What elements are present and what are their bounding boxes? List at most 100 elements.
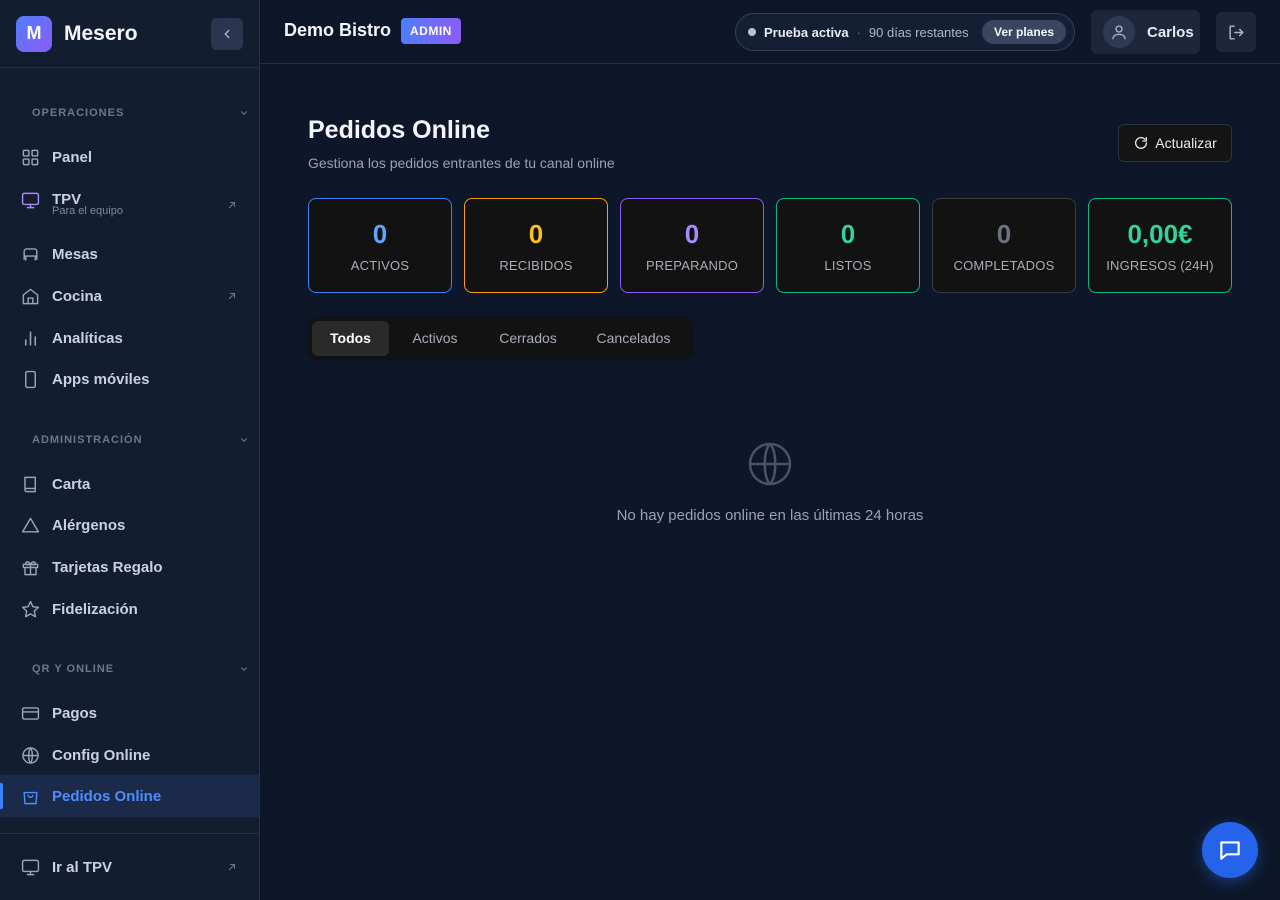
globe-icon — [748, 442, 792, 486]
tab-activos[interactable]: Activos — [393, 321, 477, 356]
sidebar-item-carta[interactable]: Carta — [0, 463, 259, 505]
stat-card-activos: 0 ACTIVOS — [308, 198, 452, 293]
shopping-bag-icon — [20, 786, 40, 806]
external-link-icon — [228, 292, 236, 300]
stat-value: 0 — [840, 219, 856, 249]
stat-label: ACTIVOS — [350, 258, 410, 273]
sidebar-footer: Ir al TPV — [0, 833, 259, 900]
sidebar-item-pagos[interactable]: Pagos — [0, 692, 259, 734]
stat-value: 0 — [372, 219, 388, 249]
credit-card-icon — [20, 703, 40, 723]
status-dot-icon — [748, 28, 756, 36]
tab-todos[interactable]: Todos — [312, 321, 389, 356]
stat-value: 0 — [684, 219, 700, 249]
sidebar-item-pedidos-online[interactable]: Pedidos Online — [0, 775, 259, 817]
refresh-button[interactable]: Actualizar — [1118, 124, 1232, 162]
page-subtitle: Gestiona los pedidos entrantes de tu can… — [308, 155, 615, 171]
sidebar-item-label: Pedidos Online — [52, 787, 162, 805]
refresh-label: Actualizar — [1155, 135, 1217, 151]
sidebar-item-mesas[interactable]: Mesas — [0, 233, 259, 275]
view-plans-button[interactable]: Ver planes — [982, 20, 1067, 44]
sidebar-item-tarjetas-regalo[interactable]: Tarjetas Regalo — [0, 546, 259, 588]
table-icon — [20, 244, 40, 264]
go-to-tpv-link[interactable]: Ir al TPV — [0, 846, 259, 888]
sidebar-item-sublabel: Para el equipo — [52, 205, 123, 217]
sidebar-item-label: Config Online — [52, 746, 151, 764]
trial-days-left: 90 días restantes — [868, 24, 969, 40]
trial-separator: · — [856, 24, 861, 40]
app-name: Mesero — [64, 21, 138, 45]
chevron-down-icon[interactable] — [239, 435, 249, 445]
sidebar-item-label: Tarjetas Regalo — [52, 558, 163, 576]
user-menu[interactable]: Carlos — [1091, 10, 1200, 54]
sidebar-item-panel[interactable]: Panel — [0, 136, 259, 178]
app-logo: M — [16, 15, 52, 52]
logout-button[interactable] — [1216, 12, 1256, 52]
gift-icon — [20, 557, 40, 577]
collapse-sidebar-button[interactable] — [211, 18, 243, 50]
sidebar-nav: OPERACIONES Panel TPV Para el equipo Mes… — [0, 69, 259, 833]
star-icon — [20, 599, 40, 619]
stat-card-ingresos: 0,00€ INGRESOS (24H) — [1088, 198, 1232, 293]
monitor-icon — [20, 190, 40, 210]
stat-card-completados: 0 COMPLETADOS — [932, 198, 1076, 293]
home-icon — [20, 286, 40, 306]
shop-name: Demo Bistro — [284, 20, 392, 40]
refresh-icon — [1135, 136, 1148, 149]
trial-status: Prueba activa · 90 días restantes Ver pl… — [735, 13, 1075, 51]
tab-cancelados[interactable]: Cancelados — [579, 321, 688, 356]
sidebar-item-fidelizacion[interactable]: Fidelización — [0, 588, 259, 630]
chat-button[interactable] — [1202, 822, 1258, 878]
section-operaciones[interactable]: OPERACIONES — [32, 107, 124, 119]
user-icon — [1103, 16, 1135, 48]
globe-icon — [20, 745, 40, 765]
empty-state-message: No hay pedidos online en las últimas 24 … — [616, 507, 924, 524]
stat-label: COMPLETADOS — [953, 258, 1055, 273]
external-link-icon — [228, 201, 236, 209]
brand: M Mesero — [0, 0, 259, 68]
sidebar-item-tpv[interactable]: TPV Para el equipo — [0, 181, 259, 229]
page-title: Pedidos Online — [308, 116, 490, 144]
order-filter-tabs: Todos Activos Cerrados Cancelados — [308, 317, 693, 360]
logout-icon — [1228, 24, 1244, 40]
sidebar-item-label: Analíticas — [52, 329, 123, 347]
stat-card-preparando: 0 PREPARANDO — [620, 198, 764, 293]
sidebar-item-label: Mesas — [52, 245, 98, 263]
sidebar-item-alergenos[interactable]: Alérgenos — [0, 504, 259, 546]
sidebar: M Mesero OPERACIONES Panel TPV Para el e… — [0, 0, 260, 900]
role-badge: ADMIN — [401, 18, 461, 44]
chevron-left-icon — [224, 29, 230, 39]
stat-label: INGRESOS (24H) — [1106, 258, 1214, 273]
chevron-down-icon[interactable] — [239, 664, 249, 674]
stat-card-listos: 0 LISTOS — [776, 198, 920, 293]
sidebar-item-partial[interactable] — [0, 821, 259, 833]
stat-label: LISTOS — [824, 258, 872, 273]
sidebar-item-label: Carta — [52, 475, 91, 493]
sidebar-item-label: Cocina — [52, 287, 103, 305]
chat-icon — [1220, 841, 1240, 860]
stat-value: 0 — [996, 219, 1012, 249]
stat-card-recibidos: 0 RECIBIDOS — [464, 198, 608, 293]
section-qr-online[interactable]: QR Y ONLINE — [32, 663, 114, 675]
monitor-icon — [20, 857, 40, 877]
sidebar-item-config-online[interactable]: Config Online — [0, 734, 259, 776]
chevron-down-icon[interactable] — [239, 108, 249, 118]
sidebar-item-analiticas[interactable]: Analíticas — [0, 317, 259, 359]
user-name: Carlos — [1147, 23, 1194, 41]
stat-label: PREPARANDO — [645, 258, 739, 273]
go-to-tpv-label: Ir al TPV — [52, 858, 113, 876]
tab-cerrados[interactable]: Cerrados — [481, 321, 575, 356]
section-administracion[interactable]: ADMINISTRACIÓN — [32, 434, 143, 446]
stat-label: RECIBIDOS — [499, 258, 573, 273]
grid-icon — [20, 147, 40, 167]
sidebar-item-label: Panel — [52, 148, 93, 166]
book-icon — [20, 474, 40, 494]
sidebar-item-label: Apps móviles — [52, 370, 150, 388]
trial-label: Prueba activa — [764, 24, 849, 40]
sidebar-item-label: Fidelización — [52, 600, 138, 618]
sidebar-item-cocina[interactable]: Cocina — [0, 275, 259, 317]
alert-triangle-icon — [20, 515, 40, 535]
sidebar-item-label: Pagos — [52, 704, 98, 722]
sidebar-item-apps-moviles[interactable]: Apps móviles — [0, 358, 259, 400]
top-bar: Demo Bistro ADMIN Prueba activa · 90 día… — [260, 0, 1280, 64]
